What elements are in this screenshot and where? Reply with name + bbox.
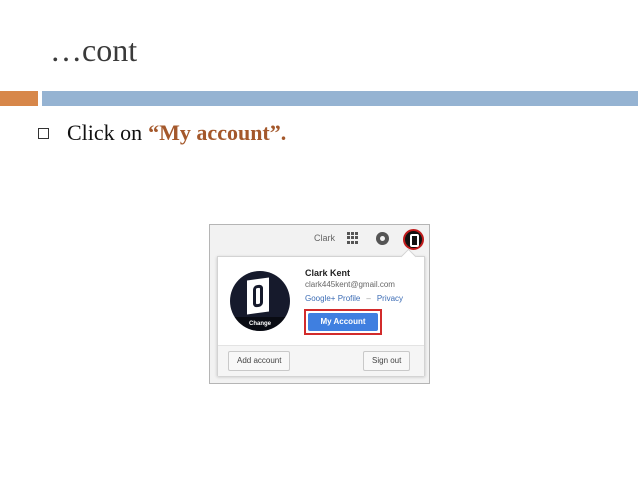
apps-grid-icon[interactable] bbox=[347, 232, 359, 244]
bullet-accent-text: “My account”. bbox=[148, 120, 287, 145]
account-card: Change Clark Kent clark445kent@gmail.com… bbox=[217, 256, 425, 376]
profile-avatar-icon[interactable] bbox=[403, 229, 424, 250]
google-plus-profile-link[interactable]: Google+ Profile bbox=[305, 294, 360, 303]
title-accent-bar bbox=[0, 91, 38, 106]
profile-picture[interactable]: Change bbox=[230, 271, 290, 331]
bullet-square-icon bbox=[38, 127, 49, 139]
profile-logo-icon bbox=[247, 277, 269, 315]
sign-out-button[interactable]: Sign out bbox=[363, 351, 411, 371]
privacy-link[interactable]: Privacy bbox=[377, 294, 403, 303]
account-menu-screenshot: Clark Change Clark Kent clark445kent@gma… bbox=[209, 224, 430, 384]
slide-title: …cont bbox=[50, 32, 138, 68]
add-account-button[interactable]: Add account bbox=[228, 351, 291, 371]
notifications-icon[interactable] bbox=[376, 232, 389, 245]
google-topbar: Clark bbox=[210, 225, 429, 255]
instruction-bullet: Click on “My account”. bbox=[38, 120, 286, 146]
account-links: Google+ Profile – Privacy bbox=[305, 294, 403, 303]
account-email: clark445kent@gmail.com bbox=[305, 280, 395, 289]
account-name: Clark Kent bbox=[305, 268, 351, 278]
bullet-text: Click on bbox=[67, 120, 143, 145]
account-card-footer: Add account Sign out bbox=[218, 345, 424, 376]
title-divider-bar bbox=[42, 91, 638, 106]
topbar-user-name[interactable]: Clark bbox=[314, 233, 335, 243]
my-account-button[interactable]: My Account bbox=[308, 313, 378, 331]
link-separator: – bbox=[366, 294, 371, 303]
change-photo-label[interactable]: Change bbox=[230, 317, 290, 331]
